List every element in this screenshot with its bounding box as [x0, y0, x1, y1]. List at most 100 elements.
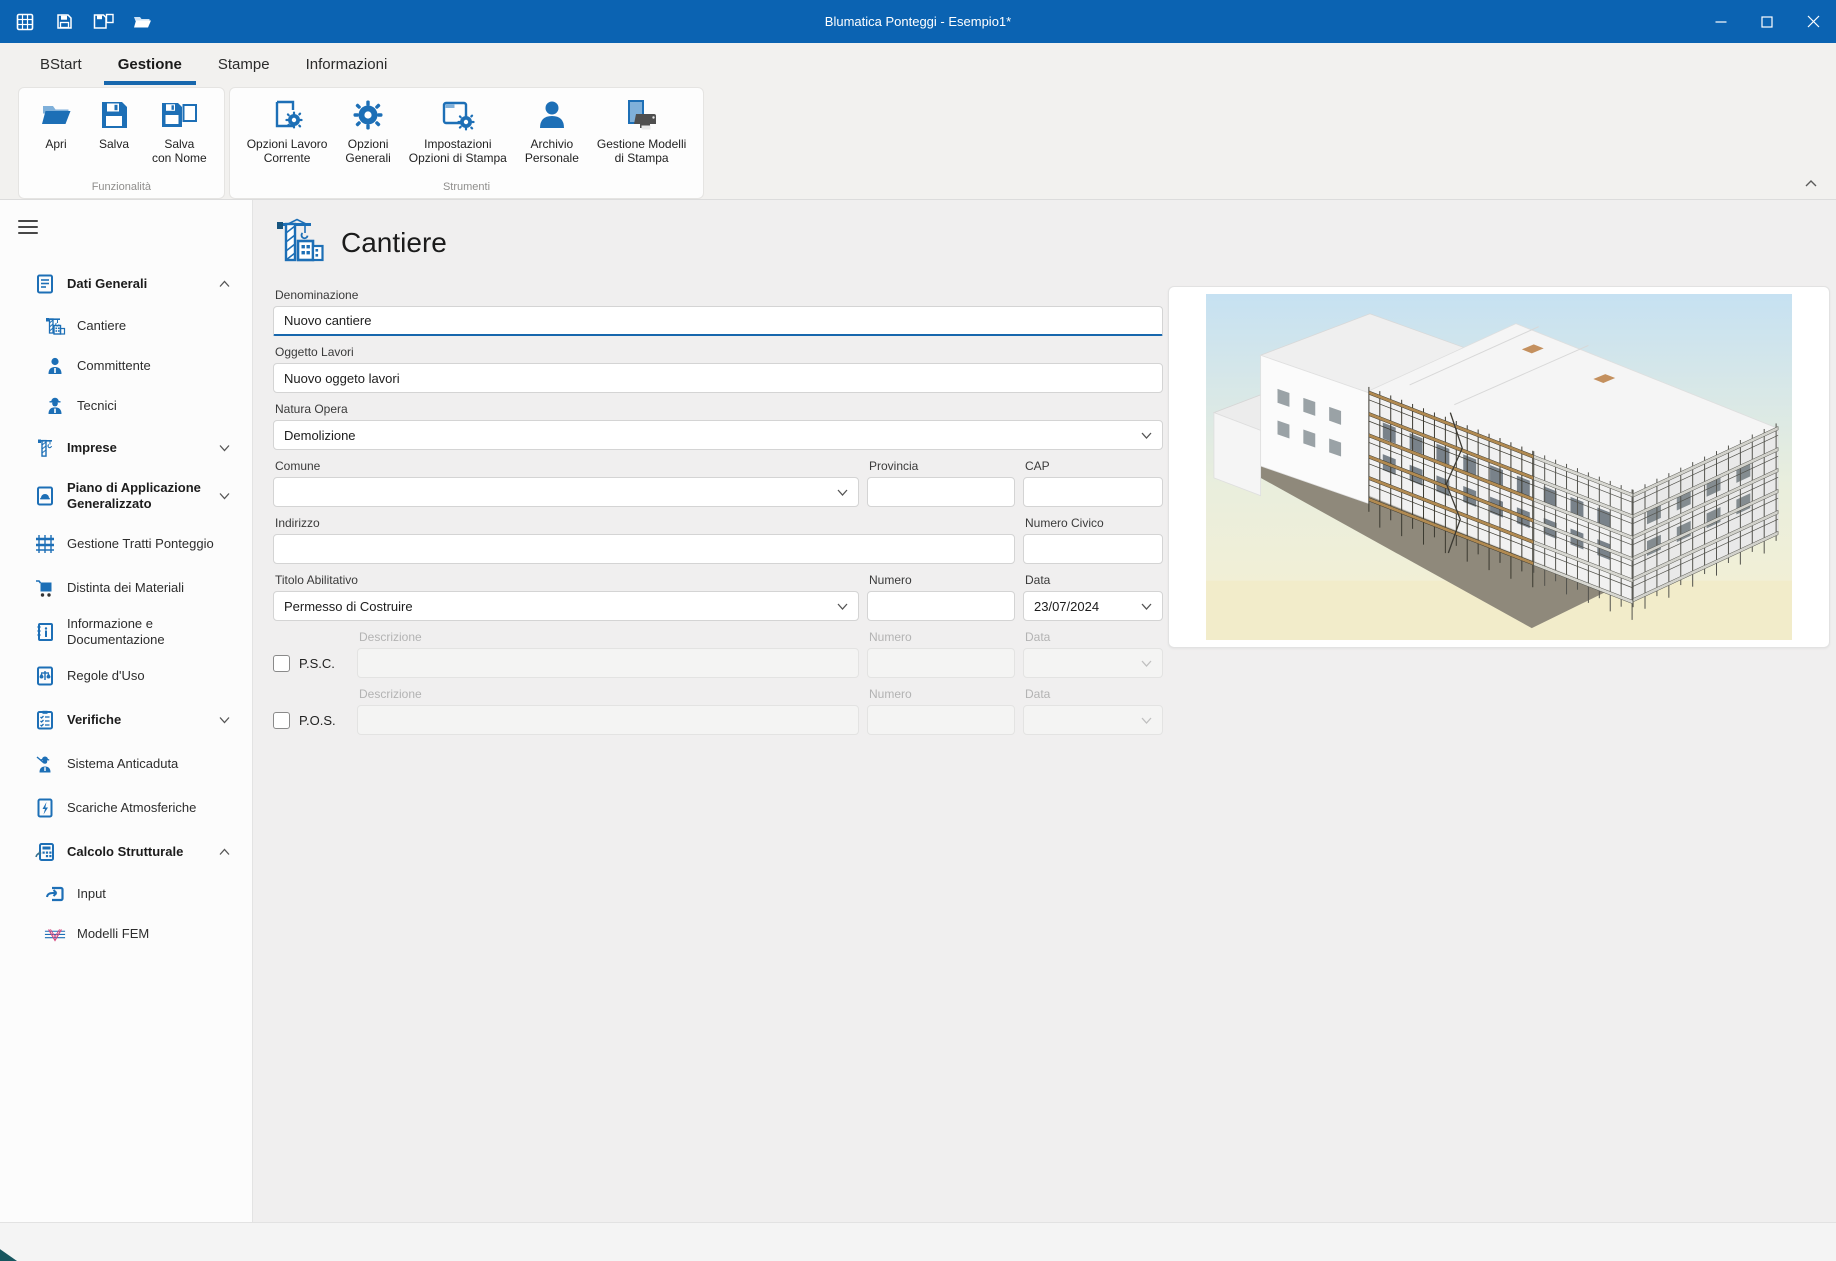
- cantiere-form: Denominazione Oggetto Lavori Natura Oper…: [273, 286, 1163, 735]
- comune-label: Comune: [275, 459, 859, 473]
- sidebar-item-dati-generali[interactable]: Dati Generali: [0, 262, 252, 306]
- provincia-input[interactable]: [867, 477, 1015, 507]
- data-select[interactable]: 23/07/2024: [1023, 591, 1163, 621]
- chevron-down-icon: [1141, 603, 1152, 610]
- crane-icon: [44, 315, 66, 337]
- impostazioni-opzioni-stampa-button[interactable]: Impostazioni Opzioni di Stampa: [400, 94, 516, 179]
- chevron-down-icon: [837, 489, 848, 496]
- indirizzo-label: Indirizzo: [275, 516, 1015, 530]
- chevron-down-icon: [219, 717, 230, 724]
- input-arrow-icon: [44, 883, 66, 905]
- chevron-up-icon: [219, 849, 230, 856]
- psc-checkbox-label: P.S.C.: [299, 656, 335, 671]
- save-as-icon[interactable]: [90, 9, 116, 35]
- quick-access-toolbar: [0, 9, 155, 35]
- tab-bstart[interactable]: BStart: [26, 47, 96, 85]
- chevron-down-icon: [219, 493, 230, 500]
- open-folder-icon: [39, 96, 73, 134]
- oggetto-lavori-input[interactable]: [273, 363, 1163, 393]
- apri-button[interactable]: Apri: [27, 94, 85, 179]
- close-button[interactable]: [1790, 0, 1836, 43]
- pos-data-select: [1023, 705, 1163, 735]
- sidebar-item-informazione-documentazione[interactable]: Informazione e Documentazione: [0, 610, 252, 654]
- chevron-down-icon: [1141, 432, 1152, 439]
- sidebar-item-tecnici[interactable]: Tecnici: [0, 386, 252, 426]
- sidebar-toggle-button[interactable]: [18, 216, 38, 238]
- psc-checkbox[interactable]: [273, 655, 290, 672]
- sidebar-item-regole-uso[interactable]: Regole d'Uso: [0, 654, 252, 698]
- scales-document-icon: [34, 665, 56, 687]
- sidebar-item-modelli-fem[interactable]: Modelli FEM: [0, 914, 252, 954]
- helmet-document-icon: [34, 485, 56, 507]
- pos-checkbox[interactable]: [273, 712, 290, 729]
- titlebar: Blumatica Ponteggi - Esempio1*: [0, 0, 1836, 43]
- archivio-personale-button[interactable]: Archivio Personale: [516, 94, 588, 179]
- chevron-down-icon: [1141, 717, 1152, 724]
- pos-descrizione-label: Descrizione: [359, 687, 859, 701]
- tab-gestione[interactable]: Gestione: [104, 47, 196, 85]
- psc-descrizione-label: Descrizione: [359, 630, 859, 644]
- sidebar-item-sistema-anticaduta[interactable]: Sistema Anticaduta: [0, 742, 252, 786]
- sidebar-item-calcolo-strutturale[interactable]: Calcolo Strutturale: [0, 830, 252, 874]
- psc-data-select: [1023, 648, 1163, 678]
- tab-informazioni[interactable]: Informazioni: [292, 47, 402, 85]
- indirizzo-input[interactable]: [273, 534, 1015, 564]
- pos-numero-label: Numero: [869, 687, 1015, 701]
- ribbon: Apri Salva Salva con Nome Funzionalità: [0, 85, 1836, 200]
- save-as-icon: [159, 96, 199, 134]
- comune-select[interactable]: [273, 477, 859, 507]
- numero-civico-input[interactable]: [1023, 534, 1163, 564]
- sidebar-item-scariche-atmosferiche[interactable]: Scariche Atmosferiche: [0, 786, 252, 830]
- app-logo-icon[interactable]: [12, 9, 38, 35]
- print-templates-icon: [624, 96, 660, 134]
- titolo-abilitativo-select[interactable]: Permesso di Costruire: [273, 591, 859, 621]
- opzioni-lavoro-corrente-button[interactable]: Opzioni Lavoro Corrente: [238, 94, 337, 179]
- checklist-icon: [34, 709, 56, 731]
- numero-civico-label: Numero Civico: [1025, 516, 1163, 530]
- technician-icon: [44, 395, 66, 417]
- sidebar-item-gestione-tratti[interactable]: Gestione Tratti Ponteggio: [0, 522, 252, 566]
- save-icon[interactable]: [51, 9, 77, 35]
- person-icon: [535, 96, 569, 134]
- cap-input[interactable]: [1023, 477, 1163, 507]
- sidebar-item-imprese[interactable]: Imprese: [0, 426, 252, 470]
- opzioni-generali-button[interactable]: Opzioni Generali: [336, 94, 399, 179]
- numero-input[interactable]: [867, 591, 1015, 621]
- salva-button[interactable]: Salva: [85, 94, 143, 179]
- pos-data-label: Data: [1025, 687, 1163, 701]
- sidebar-item-input[interactable]: Input: [0, 874, 252, 914]
- sidebar-item-committente[interactable]: Committente: [0, 346, 252, 386]
- denominazione-input[interactable]: [273, 306, 1163, 336]
- sidebar-item-piano-applicazione[interactable]: Piano di Applicazione Generalizzato: [0, 470, 252, 522]
- lightning-document-icon: [34, 797, 56, 819]
- salva-con-nome-button[interactable]: Salva con Nome: [143, 94, 216, 179]
- window-title: Blumatica Ponteggi - Esempio1*: [0, 14, 1836, 29]
- ribbon-group-label: Funzionalità: [27, 179, 216, 196]
- titolo-abilitativo-label: Titolo Abilitativo: [275, 573, 859, 587]
- crane-icon: [273, 216, 327, 270]
- bottom-strip: [0, 1222, 1836, 1261]
- numero-label: Numero: [869, 573, 1015, 587]
- natura-opera-select[interactable]: Demolizione: [273, 420, 1163, 450]
- document-icon: [34, 273, 56, 295]
- gestione-modelli-stampa-button[interactable]: Gestione Modelli di Stampa: [588, 94, 695, 179]
- open-folder-icon[interactable]: [129, 9, 155, 35]
- psc-numero-input: [867, 648, 1015, 678]
- tab-stampe[interactable]: Stampe: [204, 47, 284, 85]
- gear-icon: [351, 96, 385, 134]
- chevron-down-icon: [1141, 660, 1152, 667]
- ribbon-group-funzionalita: Apri Salva Salva con Nome Funzionalità: [18, 87, 225, 199]
- structural-calc-icon: [34, 841, 56, 863]
- sidebar-item-distinta-materiali[interactable]: Distinta dei Materiali: [0, 566, 252, 610]
- chevron-up-icon: [1805, 180, 1817, 187]
- info-book-icon: [34, 621, 56, 643]
- maximize-button[interactable]: [1744, 0, 1790, 43]
- scaffold-icon: [34, 533, 56, 555]
- chevron-down-icon: [837, 603, 848, 610]
- sidebar-item-verifiche[interactable]: Verifiche: [0, 698, 252, 742]
- minimize-button[interactable]: [1698, 0, 1744, 43]
- ribbon-tabbar: BStart Gestione Stampe Informazioni: [0, 43, 1836, 85]
- ribbon-collapse-button[interactable]: [1800, 175, 1822, 191]
- ribbon-group-label: Strumenti: [238, 179, 696, 196]
- sidebar-item-cantiere[interactable]: Cantiere: [0, 306, 252, 346]
